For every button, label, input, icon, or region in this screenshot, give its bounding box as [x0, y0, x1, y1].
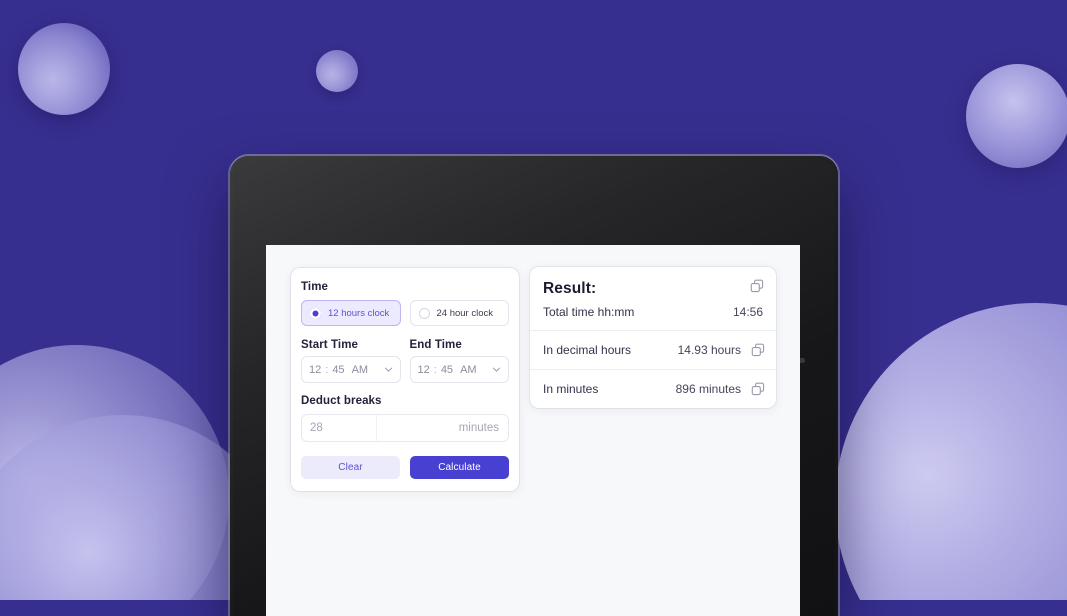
start-time-input[interactable]: 12 : 45 AM: [301, 356, 401, 383]
decorative-sphere-top-left: [18, 23, 110, 115]
deduct-breaks-input[interactable]: 28 minutes: [301, 414, 509, 442]
radio-option-label: 12 hours clock: [328, 307, 390, 319]
end-time-label: End Time: [409, 339, 462, 351]
end-time-minutes[interactable]: 45: [441, 364, 453, 376]
copy-icon[interactable]: [751, 343, 765, 357]
clear-button[interactable]: Clear: [301, 456, 400, 479]
end-time-meridiem[interactable]: AM: [460, 364, 477, 376]
start-time-hours[interactable]: 12: [309, 364, 321, 376]
end-time-separator: :: [433, 363, 437, 376]
result-card: Result: Total time hh:mm 14:56 In decima…: [530, 267, 776, 408]
result-row-label: Total time hh:mm: [543, 305, 635, 319]
result-row-value: 896 minutes: [675, 382, 741, 396]
result-row-label: In minutes: [543, 382, 599, 396]
time-section-label: Time: [301, 281, 329, 293]
clock-format-radio-group: 12 hours clock 24 hour clock: [301, 300, 509, 326]
deduct-breaks-unit: minutes: [458, 422, 499, 434]
result-row-decimal-hours: In decimal hours 14.93 hours: [530, 330, 776, 369]
chevron-down-icon[interactable]: [492, 365, 501, 374]
start-time-label: Start Time: [301, 339, 359, 351]
time-inputs-row: Start Time 12 : 45 AM End Time 12 : 45 A…: [301, 339, 509, 383]
time-calculator-form-card: Time 12 hours clock 24 hour clock Start …: [291, 268, 519, 491]
decorative-sphere-bottom-right: [835, 303, 1067, 600]
start-time-separator: :: [325, 363, 329, 376]
calculate-button[interactable]: Calculate: [410, 456, 509, 479]
deduct-breaks-value[interactable]: 28: [302, 415, 377, 441]
result-row-label: In decimal hours: [543, 343, 632, 357]
radio-option-label: 24 hour clock: [436, 307, 494, 319]
form-actions: Clear Calculate: [301, 456, 509, 479]
copy-icon[interactable]: [751, 382, 765, 396]
radio-unselected-icon: [418, 307, 430, 319]
copy-icon[interactable]: [750, 279, 764, 293]
end-time-hours[interactable]: 12: [418, 364, 430, 376]
result-row-minutes: In minutes 896 minutes: [530, 369, 776, 408]
tablet-screen: Time 12 hours clock 24 hour clock Start …: [266, 245, 800, 616]
start-time-group: Start Time 12 : 45 AM: [301, 339, 401, 383]
start-time-meridiem[interactable]: AM: [352, 364, 369, 376]
decorative-sphere-top-middle: [316, 50, 358, 92]
decorative-sphere-top-right: [966, 64, 1067, 168]
chevron-down-icon[interactable]: [384, 365, 393, 374]
radio-selected-icon: [310, 307, 321, 319]
deduct-breaks-group: Deduct breaks 28 minutes: [301, 395, 509, 442]
result-title: Result:: [543, 280, 597, 297]
radio-option-24-hour-clock[interactable]: 24 hour clock: [409, 300, 509, 326]
radio-option-12-hours-clock[interactable]: 12 hours clock: [301, 300, 401, 326]
start-time-minutes[interactable]: 45: [332, 364, 344, 376]
deduct-breaks-label: Deduct breaks: [301, 395, 382, 407]
result-header: Result:: [530, 267, 776, 298]
end-time-input[interactable]: 12 : 45 AM: [409, 356, 509, 383]
end-time-group: End Time 12 : 45 AM: [409, 339, 509, 383]
result-row-value: 14:56: [732, 305, 763, 319]
result-row-total-time: Total time hh:mm 14:56: [530, 298, 776, 330]
